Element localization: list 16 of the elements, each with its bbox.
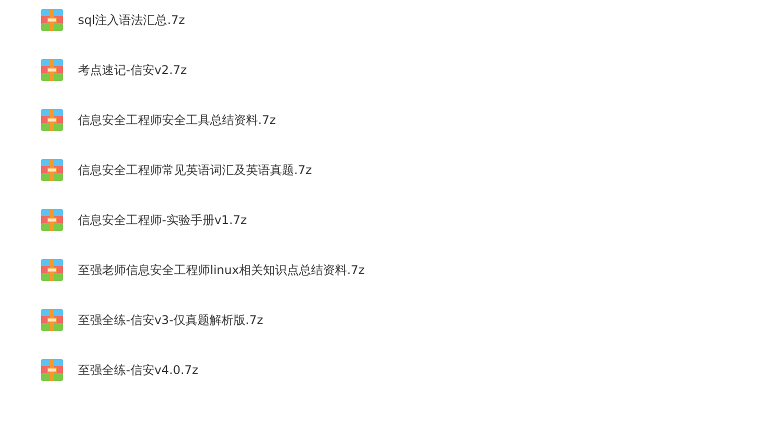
archive-icon [41, 109, 63, 131]
archive-icon [41, 9, 63, 31]
file-name[interactable]: 至强全练-信安v4.0.7z [78, 362, 198, 378]
archive-icon [41, 209, 63, 231]
archive-icon [41, 309, 63, 331]
archive-icon [41, 259, 63, 281]
file-name[interactable]: 信息安全工程师-实验手册v1.7z [78, 212, 247, 228]
file-name[interactable]: 至强老师信息安全工程师linux相关知识点总结资料.7z [78, 262, 365, 278]
archive-icon [41, 159, 63, 181]
archive-icon [41, 359, 63, 381]
file-name[interactable]: 信息安全工程师常见英语词汇及英语真题.7z [78, 162, 312, 178]
file-name[interactable]: 考点速记-信安v2.7z [78, 62, 187, 78]
file-name[interactable]: sql注入语法汇总.7z [78, 12, 185, 28]
file-name[interactable]: 信息安全工程师安全工具总结资料.7z [78, 112, 276, 128]
archive-icon [41, 59, 63, 81]
file-name[interactable]: 至强全练-信安v3-仅真题解析版.7z [78, 312, 264, 328]
